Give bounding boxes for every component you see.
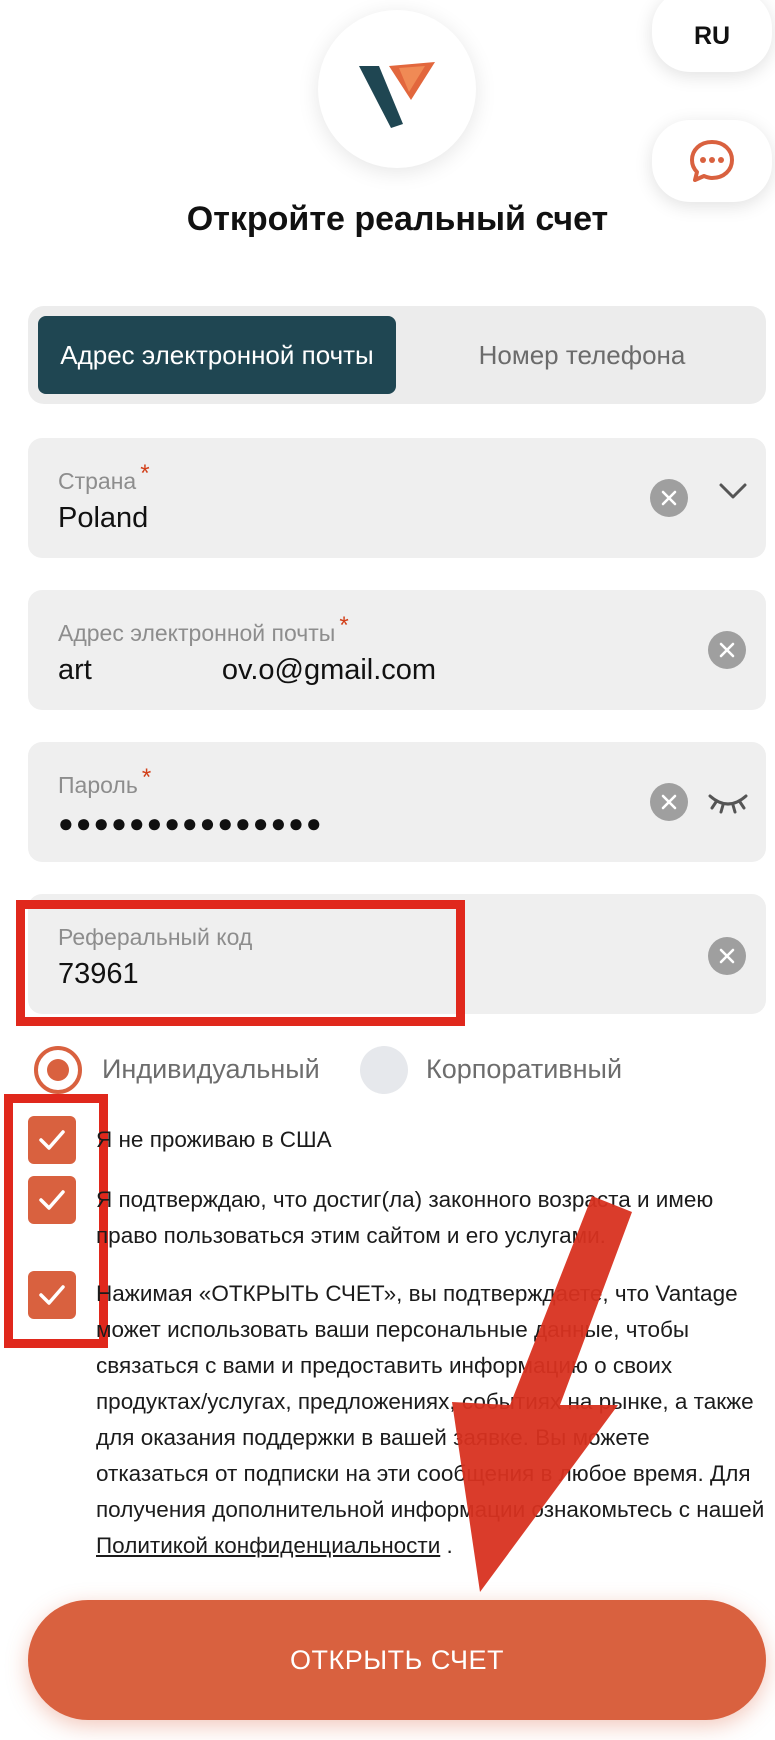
clear-icon — [719, 642, 735, 658]
tab-phone[interactable]: Номер телефона — [408, 316, 756, 394]
required-marker: * — [140, 460, 150, 487]
eye-closed-icon[interactable] — [708, 792, 748, 816]
radio-individual-label[interactable]: Индивидуальный — [102, 1054, 320, 1085]
email-label: Адрес электронной почты * — [58, 612, 349, 646]
privacy-policy-link[interactable]: Политикой конфиденциальности — [96, 1533, 440, 1558]
language-button[interactable]: RU — [652, 0, 772, 72]
email-value-suffix: ov.o@gmail.com — [221, 654, 437, 686]
clear-icon — [719, 948, 735, 964]
open-account-button[interactable]: ОТКРЫТЬ СЧЕТ — [28, 1600, 766, 1720]
email-value: art ov.o@gmail.com — [58, 654, 436, 687]
radio-individual[interactable] — [34, 1046, 82, 1094]
required-marker: * — [339, 612, 349, 639]
chat-icon — [690, 140, 734, 182]
password-clear-button[interactable] — [650, 783, 688, 821]
chevron-down-icon[interactable] — [718, 482, 748, 500]
email-field[interactable]: Адрес электронной почты * art ov.o@gmail.c… — [28, 590, 766, 710]
clear-icon — [661, 794, 677, 810]
email-value-prefix: art — [58, 654, 92, 686]
required-marker: * — [141, 764, 152, 791]
consent-age-text: Я подтверждаю, что достиг(ла) законного … — [96, 1187, 714, 1248]
email-clear-button[interactable] — [708, 631, 746, 669]
clear-icon — [661, 490, 677, 506]
password-value: ●●●●●●●●●●●●●●● — [58, 808, 324, 838]
country-select[interactable]: Страна * Poland — [28, 438, 766, 558]
country-value: Poland — [58, 502, 149, 534]
country-clear-button[interactable] — [650, 479, 688, 517]
registration-method-tabs: Адрес электронной почты Номер телефона — [28, 306, 766, 404]
consent-marketing-body: Нажимая «ОТКРЫТЬ СЧЕТ», вы подтверждаете… — [96, 1281, 765, 1522]
password-field[interactable]: Пароль * ●●●●●●●●●●●●●●● — [28, 742, 766, 862]
page-title: Откройте реальный счет — [186, 200, 609, 238]
checkbox-highlight-box — [4, 1094, 108, 1348]
radio-corporate[interactable] — [360, 1046, 408, 1094]
consent-trailing: . — [440, 1533, 453, 1558]
account-type-radio-group: Индивидуальный Корпоративный — [34, 1046, 774, 1098]
referral-clear-button[interactable] — [708, 937, 746, 975]
referral-highlight-box — [16, 900, 465, 1026]
vantage-logo — [318, 10, 476, 168]
chat-button[interactable] — [652, 120, 772, 202]
radio-corporate-label[interactable]: Корпоративный — [426, 1054, 622, 1085]
password-label: Пароль * — [58, 764, 152, 798]
consent-not-us-text: Я не проживаю в США — [96, 1127, 332, 1152]
tab-email[interactable]: Адрес электронной почты — [38, 316, 396, 394]
consent-marketing-text: Нажимая «ОТКРЫТЬ СЧЕТ», вы подтверждаете… — [96, 1276, 766, 1564]
vantage-logo-icon — [359, 62, 435, 128]
country-label: Страна * — [58, 460, 150, 494]
